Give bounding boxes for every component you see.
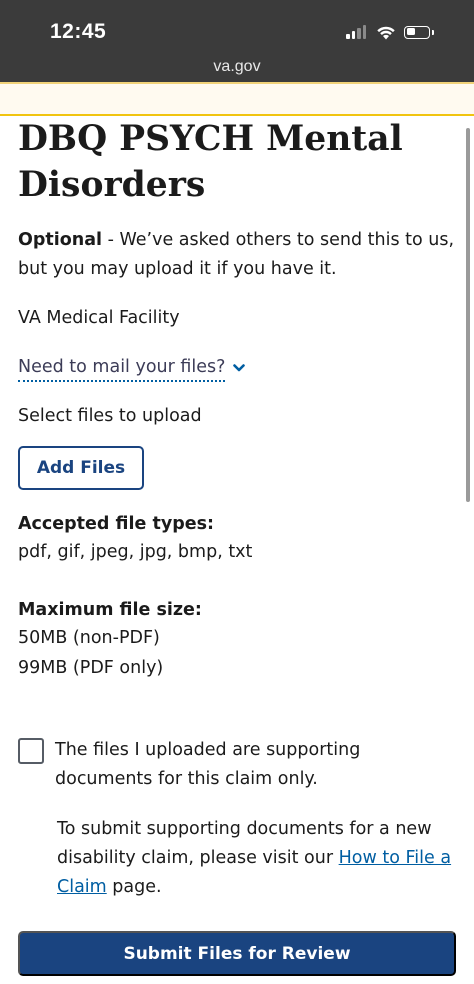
max-size-pdf: 99MB (PDF only) (18, 658, 164, 678)
supporting-docs-checkbox-label[interactable]: The files I uploaded are supporting docu… (55, 736, 455, 794)
chevron-down-icon[interactable] (233, 362, 246, 374)
supporting-docs-checkbox[interactable] (18, 738, 44, 764)
battery-icon (404, 25, 434, 39)
submit-files-button[interactable]: Submit Files for Review (18, 931, 456, 976)
mail-files-toggle[interactable]: Need to mail your files? (18, 354, 246, 382)
address-bar-url[interactable]: va.gov (0, 58, 474, 76)
status-time: 12:45 (50, 20, 107, 43)
new-claim-note: To submit supporting documents for a new… (57, 815, 457, 902)
mail-files-link-text[interactable]: Need to mail your files? (18, 354, 226, 382)
notice-banner (0, 82, 474, 116)
max-size-heading: Maximum file size: (18, 600, 202, 620)
optional-description: Optional - We’ve asked others to send th… (18, 226, 458, 284)
accepted-types-heading: Accepted file types: (18, 514, 215, 534)
add-files-button[interactable]: Add Files (18, 446, 144, 490)
system-icons (346, 22, 434, 42)
max-size-non-pdf: 50MB (non-PDF) (18, 628, 160, 648)
scrollbar[interactable] (466, 128, 470, 502)
accepted-types-value: pdf, gif, jpeg, jpg, bmp, txt (18, 542, 253, 562)
wifi-icon (377, 26, 395, 40)
page-title: DBQ PSYCH Mental Disorders (18, 119, 403, 205)
cellular-signal-icon (346, 25, 366, 39)
note-suffix: page. (106, 877, 162, 897)
status-bar: 12:45 va.gov (0, 0, 474, 82)
optional-label: Optional (18, 230, 103, 250)
select-files-label: Select files to upload (18, 406, 202, 426)
facility-name: VA Medical Facility (18, 308, 180, 328)
